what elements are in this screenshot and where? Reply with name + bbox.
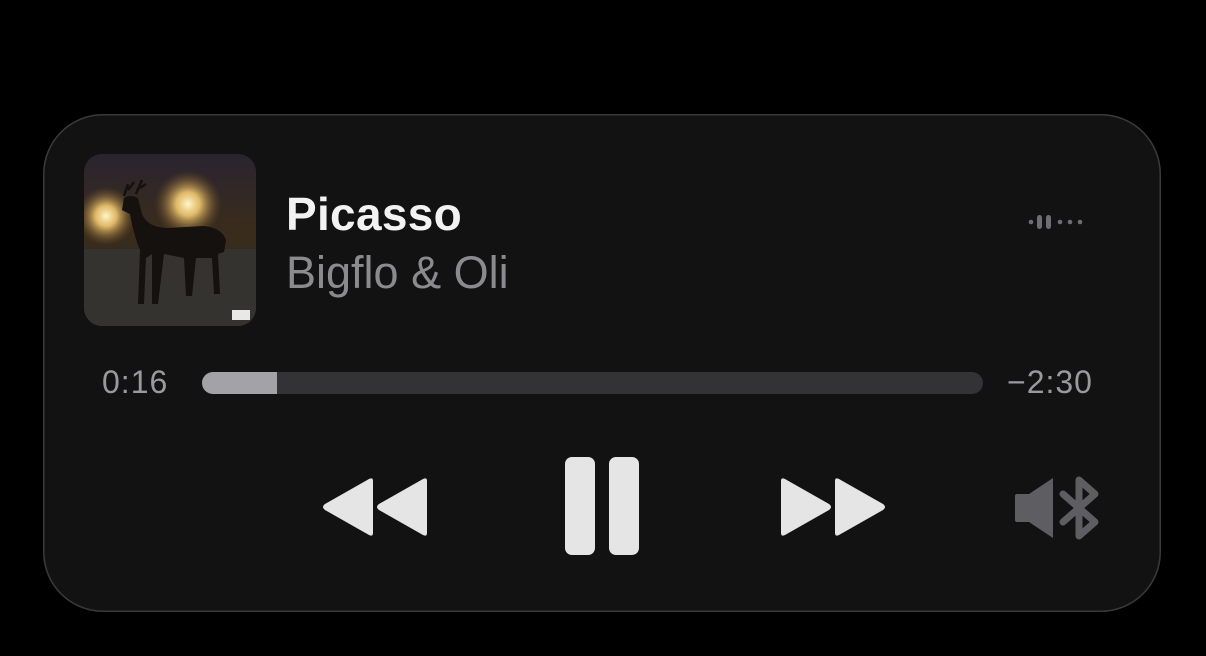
track-artist: Bigflo & Oli xyxy=(286,247,509,298)
pause-icon xyxy=(565,457,639,555)
remaining-time: −2:30 xyxy=(1007,364,1093,400)
progress-fill xyxy=(202,372,277,394)
pause-button[interactable] xyxy=(564,456,642,556)
album-artwork[interactable] xyxy=(84,154,256,326)
elapsed-time: 0:16 xyxy=(102,364,169,400)
progress-scrubber[interactable] xyxy=(202,372,983,394)
rewind-button[interactable] xyxy=(321,475,429,539)
rewind-icon xyxy=(323,478,427,536)
fast-forward-button[interactable] xyxy=(779,475,887,539)
album-artwork-image xyxy=(84,154,256,326)
airplay-dots-icon[interactable] xyxy=(1027,210,1091,234)
audio-output-button[interactable] xyxy=(1013,476,1103,540)
now-playing-widget: Picasso Bigflo & Oli 0:16 −2:30 xyxy=(43,114,1161,612)
fast-forward-icon xyxy=(781,478,885,536)
track-title: Picasso xyxy=(286,188,462,240)
speaker-bluetooth-icon xyxy=(1015,476,1099,540)
